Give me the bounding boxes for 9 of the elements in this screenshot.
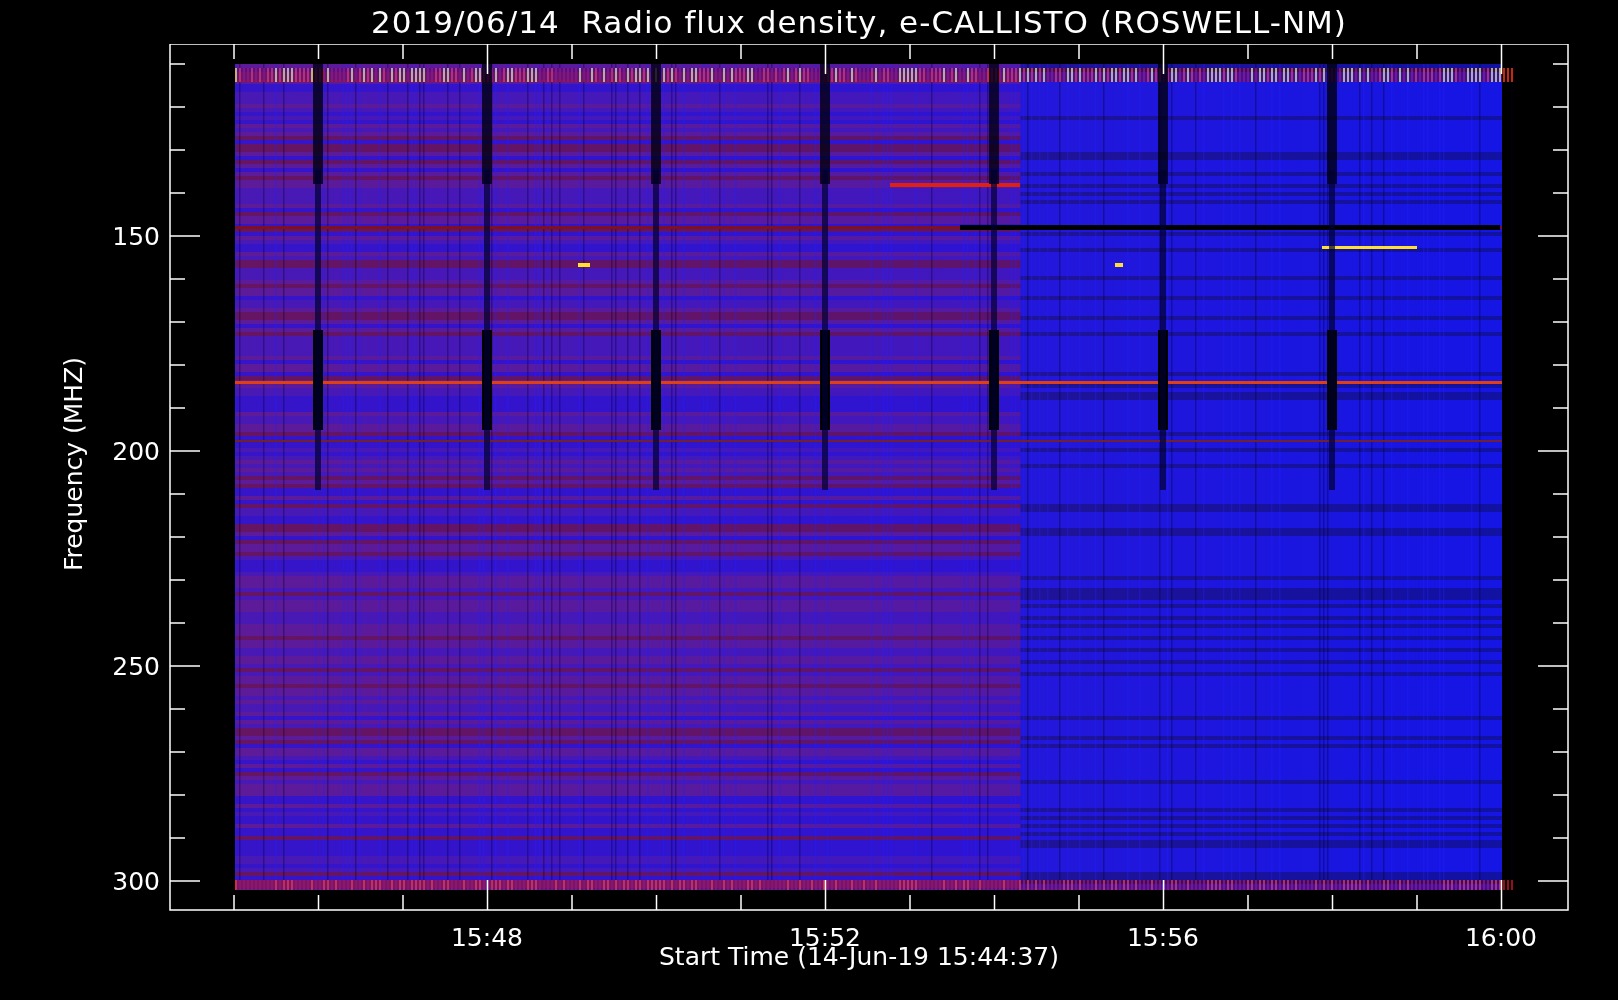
y-tick-label: 150 xyxy=(112,222,160,251)
x-tick-label: 16:00 xyxy=(1465,923,1537,952)
x-tick-label: 15:48 xyxy=(451,923,523,952)
y-tick-label: 300 xyxy=(112,867,160,896)
x-tick-label: 15:56 xyxy=(1127,923,1199,952)
chart-title: 2019/06/14 Radio flux density, e-CALLISTO (ROSWELL-NM) xyxy=(370,3,1348,42)
y-axis-label: Frequency (MHZ) xyxy=(59,356,88,572)
y-tick-label: 200 xyxy=(112,437,160,466)
y-tick-label: 250 xyxy=(112,652,160,681)
